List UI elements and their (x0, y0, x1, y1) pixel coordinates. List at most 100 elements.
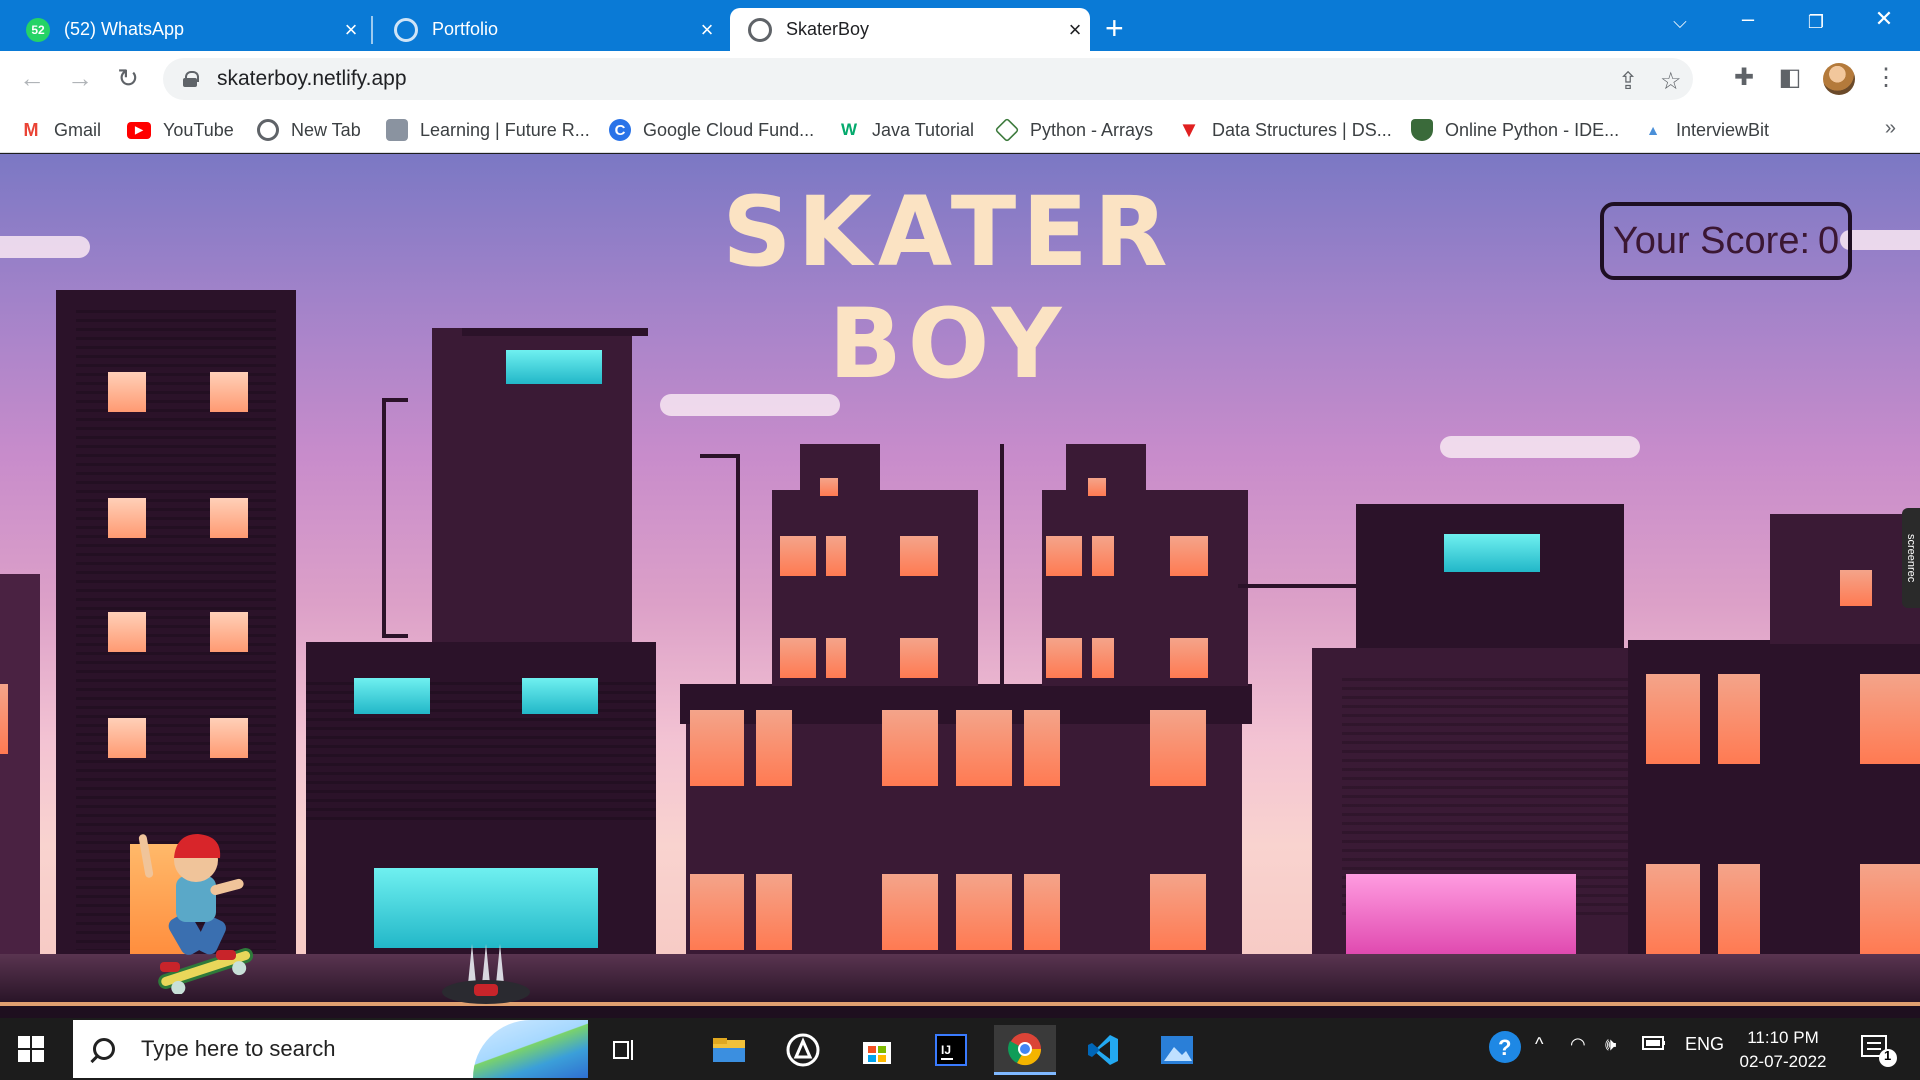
road (0, 1006, 1920, 1018)
chevron-up-icon[interactable]: ^ (1535, 1034, 1543, 1055)
window (780, 536, 816, 576)
tab-skaterboy[interactable]: SkaterBoy × (730, 8, 1090, 51)
restore-icon[interactable]: ❐ (1786, 12, 1846, 33)
bookmark-label: Online Python - IDE... (1445, 119, 1620, 140)
taskbar-search[interactable]: Type here to search (73, 1020, 588, 1078)
help-icon[interactable]: ? (1488, 1030, 1522, 1069)
search-placeholder: Type here to search (141, 1036, 336, 1061)
roof-ledge (462, 328, 648, 336)
bookmark-learning[interactable]: Learning | Future R... (386, 107, 590, 153)
bookmark-python-arrays[interactable]: Python - Arrays (994, 107, 1153, 153)
gmail-icon: M (23, 119, 39, 140)
close-window-icon[interactable]: ✕ (1854, 6, 1914, 32)
window (820, 478, 838, 496)
tab-whatsapp[interactable]: 52 (52) WhatsApp × (8, 8, 366, 51)
building (0, 574, 40, 960)
bookmark-label: InterviewBit (1676, 119, 1770, 140)
bookmark-data-structures[interactable]: ▼ Data Structures | DS... (1178, 107, 1392, 153)
screen-recorder-badge[interactable]: screenrec (1902, 508, 1920, 608)
back-icon[interactable]: ← (14, 63, 50, 94)
forward-icon[interactable]: → (62, 63, 98, 94)
tab-search-icon[interactable]: ⌵ (1650, 12, 1710, 33)
window (690, 710, 744, 786)
bookmark-google-cloud[interactable]: C Google Cloud Fund... (609, 107, 814, 153)
window (882, 710, 938, 786)
new-tab-button[interactable]: + (1105, 10, 1124, 47)
sidewalk (0, 954, 1920, 1002)
bookmark-label: Learning | Future R... (420, 119, 590, 140)
bookmark-new-tab[interactable]: New Tab (257, 107, 361, 153)
antenna (1000, 444, 1004, 694)
close-tab-icon[interactable]: × (692, 17, 722, 43)
window (756, 710, 792, 786)
game-canvas[interactable]: SKATER BOY Your Score: 0 screenrec (0, 154, 1920, 1018)
tutorialspoint-icon (994, 117, 1020, 143)
coursera-icon: C (609, 119, 631, 141)
bookmark-star-icon[interactable]: ☆ (1660, 67, 1682, 96)
window (210, 498, 248, 538)
window (1088, 478, 1106, 496)
cloud (1840, 230, 1920, 250)
bookmark-java-tutorial[interactable]: W Java Tutorial (838, 107, 974, 153)
language-indicator[interactable]: ENG (1685, 1034, 1724, 1055)
menu-icon[interactable]: ⋮ (1869, 63, 1903, 92)
wifi-icon[interactable]: ◠ (1570, 1034, 1586, 1055)
window (522, 678, 598, 714)
globe-icon (394, 17, 418, 42)
rooftop-house (1066, 444, 1146, 494)
bookmark-youtube[interactable]: ▶ YouTube (127, 107, 234, 153)
more-bookmarks-icon[interactable]: » (1885, 117, 1896, 140)
window (690, 874, 744, 950)
file-explorer-icon[interactable] (698, 1025, 760, 1075)
vscode-icon[interactable] (1072, 1025, 1134, 1075)
unity-hub-icon[interactable] (772, 1025, 834, 1075)
extensions-icon[interactable]: ✚ (1727, 63, 1761, 92)
window (354, 678, 430, 714)
window (108, 612, 146, 652)
cloud (0, 236, 90, 258)
window (1024, 874, 1060, 950)
spike-obstacle (442, 944, 530, 1004)
bookmark-interviewbit[interactable]: ▲ InterviewBit (1642, 107, 1769, 153)
intellij-icon[interactable]: IJ (920, 1025, 982, 1075)
notifications-icon[interactable]: 1 (1860, 1032, 1900, 1073)
url-text: skaterboy.netlify.app (217, 67, 407, 90)
chrome-icon[interactable] (994, 1025, 1056, 1075)
window (900, 536, 938, 576)
battery-icon[interactable] (1642, 1034, 1666, 1055)
share-icon[interactable]: ⇪ (1618, 67, 1638, 96)
online-python-icon (1411, 119, 1433, 141)
photos-icon[interactable] (1146, 1025, 1208, 1075)
whatsapp-icon: 52 (26, 17, 50, 42)
system-clock[interactable]: 11:10 PM 02-07-2022 (1733, 1026, 1833, 1074)
bookmark-gmail[interactable]: M Gmail (20, 107, 102, 153)
search-highlight-art (473, 1020, 588, 1078)
address-bar[interactable]: skaterboy.netlify.app ⇪ ☆ (163, 58, 1693, 100)
ladder (382, 398, 408, 638)
window (882, 874, 938, 950)
window (1840, 570, 1872, 606)
close-tab-icon[interactable]: × (1060, 17, 1090, 43)
bookmark-label: Gmail (54, 119, 102, 140)
microsoft-store-icon[interactable] (846, 1025, 908, 1075)
clock-date: 02-07-2022 (1739, 1052, 1827, 1071)
task-view-icon[interactable] (592, 1025, 654, 1075)
profile-avatar[interactable] (1823, 63, 1855, 95)
score-display: Your Score: 0 (1600, 202, 1852, 280)
tab-portfolio[interactable]: Portfolio × (376, 8, 722, 51)
window (1860, 674, 1920, 764)
reload-icon[interactable]: ↻ (110, 63, 146, 94)
minimize-icon[interactable]: – (1718, 6, 1778, 32)
side-panel-icon[interactable]: ◧ (1773, 63, 1807, 92)
window (1718, 864, 1760, 954)
window (756, 874, 792, 950)
bookmark-label: Data Structures | DS... (1212, 119, 1392, 140)
bookmark-label: New Tab (291, 119, 361, 140)
bookmark-online-python[interactable]: Online Python - IDE... (1411, 107, 1619, 153)
windows-start-icon[interactable] (18, 1036, 44, 1062)
pipe (700, 454, 740, 694)
window (506, 350, 602, 384)
close-tab-icon[interactable]: × (336, 17, 366, 43)
volume-icon[interactable]: 🕪 (1605, 1034, 1616, 1055)
interviewbit-icon: ▲ (1646, 122, 1660, 138)
